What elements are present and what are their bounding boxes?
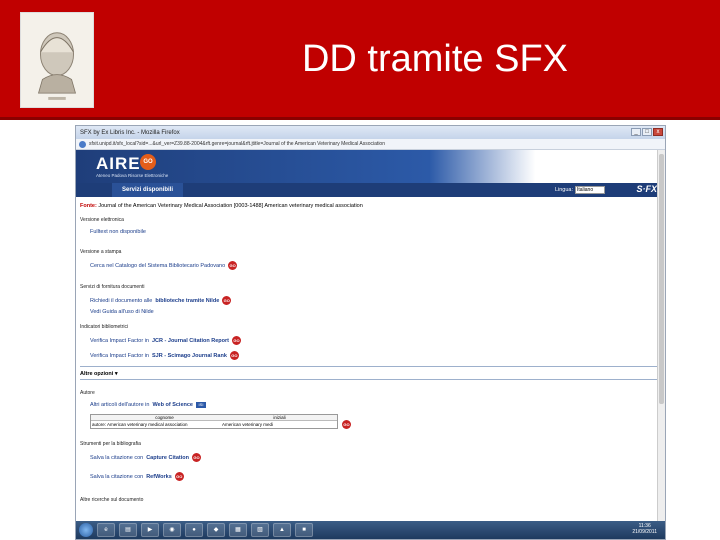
source-line: Fonte: Journal of the American Veterinar… [80,203,665,209]
go-button[interactable]: GO [342,420,351,429]
vertical-scrollbar[interactable] [657,150,665,526]
chrome-taskbar-icon[interactable]: ◉ [163,523,181,537]
wos-author-prefix: Altri articoli dell'autore in [90,402,150,408]
browser-titlebar: SFX by Ex Libris Inc. - Mozilla Firefox … [76,126,665,139]
jcr-prefix: Verifica Impact Factor in [90,337,149,344]
section-label-bibliography: Strumenti per la bibliografia [80,441,141,447]
go-button[interactable]: GO [222,296,232,305]
other-options-toggle[interactable]: Altre opzioni ▾ [80,369,660,380]
nilde-guide-text: Vedi Guida all'uso di Nilde [90,309,154,315]
word-taskbar-icon[interactable]: ▧ [251,523,269,537]
pdf-taskbar-icon[interactable]: ▲ [273,523,291,537]
capture-bold: Capture Citation [146,454,189,461]
close-button[interactable]: x [653,128,663,136]
aire-logo[interactable]: AIRE [96,154,141,174]
window-title: SFX by Ex Libris Inc. - Mozilla Firefox [80,129,180,136]
aire-banner: AIRE GO Ateneo Padova Risorse Elettronic… [76,150,665,183]
go-logo-icon: GO [140,154,156,170]
section-label-print: Versione a stampa [80,249,122,255]
powerpoint-taskbar-icon[interactable]: ■ [295,523,313,537]
slide-header: DD tramite SFX [0,0,720,120]
start-button[interactable] [79,523,93,537]
source-value: Journal of the American Veterinary Medic… [98,203,363,209]
refworks-prefix: Salva la citazione con [90,473,144,480]
divider [80,366,660,367]
author-row-label: autore: [92,422,107,427]
sjr-link[interactable]: Verifica Impact Factor in SJR - Scimago … [90,351,665,360]
col-iniziali: iniziali [273,415,286,420]
surname-input[interactable]: American veterinary medical association [107,422,222,427]
services-bar: Servizi disponibili Lingua: Italiano S·F… [76,183,665,197]
app-taskbar-icon[interactable]: ◆ [207,523,225,537]
language-label: Lingua: [554,187,573,193]
tab-servizi-disponibili[interactable]: Servizi disponibili [112,183,184,197]
ie-taskbar-icon[interactable]: e [97,523,115,537]
go-button[interactable]: GO [229,351,239,360]
windows-taskbar: e ▤ ▶ ◉ ● ◆ ▦ ▧ ▲ ■ 11:36 21/09/2011 [76,521,665,539]
explorer-taskbar-icon[interactable]: ▤ [119,523,137,537]
table-row: autore: American veterinary medical asso… [91,421,337,428]
go-button[interactable]: GO [228,261,238,270]
section-label-indicators: Indicatori bibliometrici [80,324,129,330]
address-bar[interactable]: sfxit.unipd.it/sfx_local?sid=...&url_ver… [76,139,665,150]
go-button[interactable]: GO [232,336,242,345]
go-button[interactable]: GO [174,472,184,481]
minimize-button[interactable]: _ [631,128,641,136]
initials-input[interactable]: American veterinary medi [222,422,337,427]
author-table: cognome iniziali autore: American veteri… [90,414,338,429]
catalog-search-link[interactable]: Cerca nel Catalogo del Sistema Bibliotec… [90,261,665,270]
col-cognome: cognome [155,415,174,420]
refworks-bold: RefWorks [146,473,172,480]
globe-icon [79,140,86,148]
capture-prefix: Salva la citazione con [90,454,144,461]
slide-title: DD tramite SFX [301,38,569,80]
taskbar-clock[interactable]: 11:36 21/09/2011 [632,523,657,535]
wos-author-bold: Web of Science [152,402,193,408]
scrollbar-thumb[interactable] [659,154,664,404]
jcr-link[interactable]: Verifica Impact Factor in JCR - Journal … [90,336,665,345]
aire-logo-subtitle: Ateneo Padova Risorse Elettroniche [96,173,169,178]
portrait-image [20,12,94,108]
excel-taskbar-icon[interactable]: ▦ [229,523,247,537]
fulltext-unavailable-text: Fulltext non disponibile [90,229,146,235]
section-label-electronic: Versione elettronica [80,217,124,223]
sjr-bold: SJR - Scimago Journal Rank [152,352,227,359]
nilde-guide-link[interactable]: Vedi Guida all'uso di Nilde [90,309,665,315]
wos-badge-icon: ISI [196,402,206,408]
maximize-button[interactable]: □ [642,128,652,136]
firefox-taskbar-icon[interactable]: ● [185,523,203,537]
sjr-prefix: Verifica Impact Factor in [90,352,149,359]
author-form: cognome iniziali autore: American veteri… [80,408,665,429]
nilde-request-text: Richiedi il documento alle [90,297,153,304]
main-content: Fonte: Journal of the American Veterinar… [76,197,665,539]
browser-screenshot: SFX by Ex Libris Inc. - Mozilla Firefox … [75,125,666,540]
section-label-docdelivery: Servizi di fornitura documenti [80,284,145,290]
capture-citation-link[interactable]: Salva la citazione con Capture Citation … [90,453,665,462]
language-select[interactable]: Italiano [575,186,605,194]
refworks-link[interactable]: Salva la citazione con RefWorks GO [90,472,665,481]
section-label-author: Autore [80,390,95,396]
fulltext-unavailable-link[interactable]: Fulltext non disponibile [90,229,665,235]
clock-date: 21/09/2011 [632,529,657,535]
url-text[interactable]: sfxit.unipd.it/sfx_local?sid=...&url_ver… [89,141,665,147]
nilde-request-bold: biblioteche tramite Nilde [155,297,220,304]
section-label-more: Altre ricerche sul documento [80,497,144,503]
media-taskbar-icon[interactable]: ▶ [141,523,159,537]
jcr-bold: JCR - Journal Citation Report [152,337,230,344]
nilde-request-link[interactable]: Richiedi il documento alle biblioteche t… [90,296,665,305]
go-button[interactable]: GO [191,453,201,462]
author-table-blank [91,415,107,420]
source-label: Fonte: [80,203,97,209]
window-controls: _ □ x [631,128,663,136]
sfx-logo: S·FX [636,184,657,194]
language-selector: Lingua: Italiano [555,186,605,194]
catalog-search-text: Cerca nel Catalogo del Sistema Bibliotec… [90,262,226,269]
